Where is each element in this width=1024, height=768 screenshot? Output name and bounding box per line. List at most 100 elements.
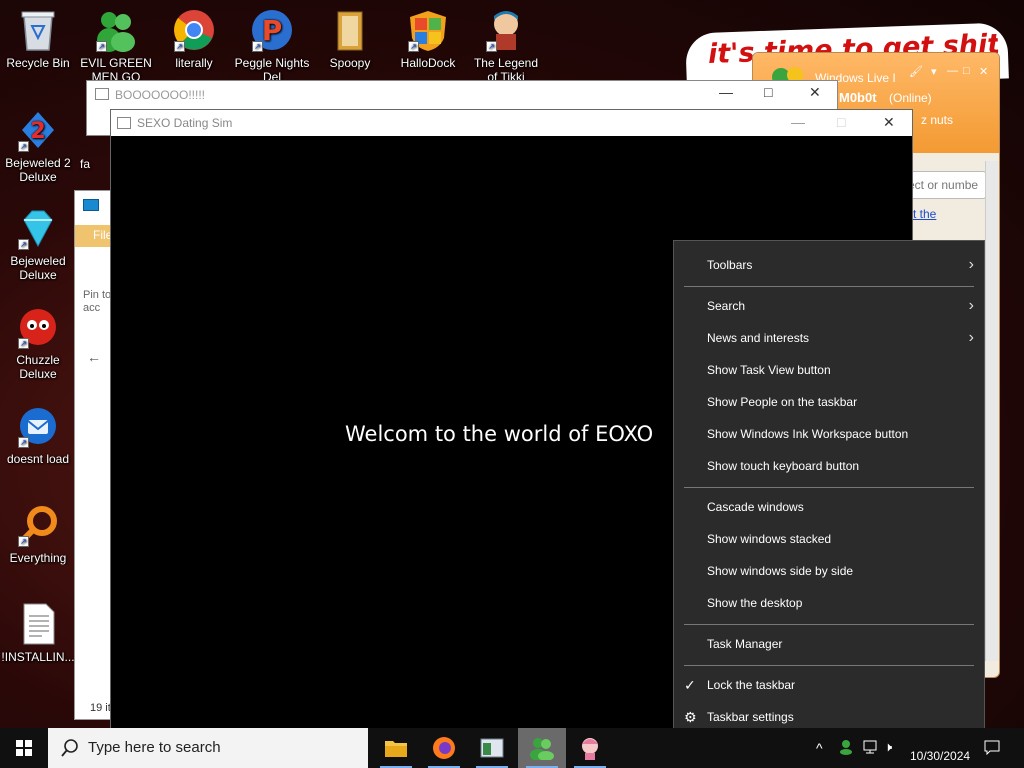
windows-logo-icon	[16, 740, 32, 756]
menu-item-label: Lock the taskbar	[707, 678, 796, 692]
desktop-icon-installing[interactable]: !INSTALLIN...	[0, 602, 76, 664]
menu-item-label: News and interests	[707, 331, 810, 345]
desktop-icon-hallodock[interactable]: ↗ HalloDock	[390, 8, 466, 70]
maximize-button[interactable]: □	[764, 84, 772, 100]
close-button[interactable]: ✕	[883, 114, 895, 131]
window-title: SEXO Dating Sim	[137, 116, 233, 130]
menu-separator	[684, 487, 974, 488]
messenger-close-button[interactable]: ✕	[979, 65, 988, 78]
messenger-personal-message[interactable]: z nuts	[921, 113, 953, 127]
desktop-icon-literally[interactable]: ↗ literally	[156, 8, 232, 70]
notification-center-icon[interactable]	[984, 739, 1000, 758]
menu-item-search[interactable]: Search ›	[674, 290, 984, 322]
menu-item-label: Toolbars	[707, 258, 753, 272]
taskbar-app-firefox[interactable]	[420, 728, 468, 768]
network-icon[interactable]	[862, 739, 878, 758]
desktop-icon-recycle-bin[interactable]: Recycle Bin	[0, 8, 76, 70]
messenger-menu-dropdown-icon[interactable]: ▾	[931, 65, 937, 78]
menu-item-label: Show windows stacked	[707, 532, 832, 546]
back-arrow-icon[interactable]: ←	[87, 349, 101, 365]
desktop-icon-label: Bejeweled Deluxe	[10, 254, 66, 282]
messenger-link[interactable]: t the	[913, 207, 936, 221]
desktop-icon-peggle-nights[interactable]: P ↗ Peggle Nights Del	[234, 8, 310, 84]
text-file-icon	[16, 602, 60, 646]
shortcut-arrow-icon: ↗	[18, 338, 29, 349]
folder-icon	[385, 741, 407, 757]
close-button[interactable]: ✕	[809, 84, 821, 101]
search-placeholder: Type here to search	[88, 739, 221, 756]
menu-item-label: Cascade windows	[707, 500, 804, 514]
menu-separator	[684, 665, 974, 666]
everything-search-icon: ↗	[16, 503, 60, 547]
window-title: BOOOOOOO!!!!!	[115, 88, 206, 102]
tray-messenger-icon[interactable]	[838, 739, 854, 758]
menu-item-side-by-side[interactable]: Show windows side by side	[674, 555, 984, 587]
desktop-icon-label: !INSTALLIN...	[1, 650, 75, 664]
menu-item-label: Show People on the taskbar	[707, 395, 858, 409]
explorer-item-count: 19 it	[90, 702, 111, 714]
start-button[interactable]	[0, 728, 48, 768]
menu-item-show-people[interactable]: Show People on the taskbar	[674, 386, 984, 418]
taskbar-app-file-explorer[interactable]	[372, 728, 420, 768]
shortcut-arrow-icon: ↗	[408, 41, 419, 52]
chevron-right-icon: ›	[968, 329, 974, 346]
messenger-buddies-icon: ↗	[94, 8, 138, 52]
menu-item-show-ink-workspace[interactable]: Show Windows Ink Workspace button	[674, 418, 984, 450]
search-icon	[61, 739, 78, 757]
show-hidden-icons-chevron-icon[interactable]: ^	[816, 740, 823, 756]
messenger-search-input[interactable]: ect or numbe	[903, 171, 987, 199]
desktop-icon-label: Chuzzle Deluxe	[16, 353, 60, 381]
menu-item-show-touch-keyboard[interactable]: Show touch keyboard button	[674, 450, 984, 482]
desktop-icon-spoopy[interactable]: Spoopy	[312, 8, 388, 70]
desktop-icon-doesnt-load[interactable]: ↗ doesnt load	[0, 404, 76, 466]
taskbar-app-messenger[interactable]	[518, 728, 566, 768]
desktop-icon-bejeweled-2[interactable]: 2 ↗ Bejeweled 2 Deluxe	[0, 108, 76, 184]
desktop-icon-everything[interactable]: ↗ Everything	[0, 503, 76, 565]
messenger-status[interactable]: (Online)	[889, 91, 932, 105]
shortcut-arrow-icon: ↗	[252, 41, 263, 52]
messenger-username[interactable]: M0b0t	[839, 90, 877, 105]
minimize-button[interactable]: —	[791, 114, 805, 130]
desktop-icon-label: doesnt load	[6, 452, 70, 466]
volume-icon[interactable]: 🕨	[884, 739, 892, 755]
menu-item-toolbars[interactable]: Toolbars ›	[674, 249, 984, 281]
anime-character-icon	[582, 738, 598, 760]
menu-item-cascade-windows[interactable]: Cascade windows	[674, 491, 984, 523]
folder-icon	[328, 8, 372, 52]
windows-shield-icon: ↗	[406, 8, 450, 52]
menu-item-label: Task Manager	[707, 637, 783, 651]
messenger-minimize-button[interactable]: —	[947, 65, 958, 77]
thunderbird-icon: ↗	[16, 404, 60, 448]
messenger-paint-icon[interactable]: 🖌	[909, 65, 923, 78]
taskbar-search-box[interactable]: Type here to search	[48, 728, 368, 768]
messenger-buddies-icon	[530, 738, 554, 760]
diamond-icon: ↗	[16, 206, 60, 250]
menu-item-show-task-view[interactable]: Show Task View button	[674, 354, 984, 386]
shortcut-arrow-icon: ↗	[18, 141, 29, 152]
minimize-button[interactable]: —	[719, 84, 733, 100]
taskbar-clock-date[interactable]: 10/30/2024	[910, 749, 970, 763]
menu-item-news-and-interests[interactable]: News and interests ›	[674, 322, 984, 354]
desktop-icon-evil-green-men[interactable]: ↗ EVIL GREEN MEN GO	[78, 8, 154, 84]
menu-item-windows-stacked[interactable]: Show windows stacked	[674, 523, 984, 555]
desktop-icon-chuzzle[interactable]: ↗ Chuzzle Deluxe	[0, 305, 76, 381]
desktop-icon-label: Bejeweled 2 Deluxe	[5, 156, 71, 184]
shortcut-arrow-icon: ↗	[18, 437, 29, 448]
messenger-maximize-button[interactable]: □	[963, 65, 970, 77]
messenger-scrollbar[interactable]	[985, 161, 999, 661]
chevron-right-icon: ›	[968, 256, 974, 273]
maximize-button[interactable]: □	[837, 114, 845, 130]
desktop-icon-label: Spoopy	[329, 56, 371, 70]
shortcut-arrow-icon: ↗	[18, 239, 29, 250]
taskbar-app-anime-character[interactable]	[566, 728, 614, 768]
menu-item-lock-taskbar[interactable]: ✓ Lock the taskbar	[674, 669, 984, 701]
desktop-icon-legend-of-tikki[interactable]: ↗ The Legend of Tikki	[468, 8, 544, 84]
taskbar-context-menu: Toolbars › Search › News and interests ›…	[673, 240, 985, 742]
menu-item-label: Taskbar settings	[707, 710, 794, 724]
shortcut-arrow-icon: ↗	[486, 41, 497, 52]
desktop-icon-bejeweled[interactable]: ↗ Bejeweled Deluxe	[0, 206, 76, 282]
taskbar-app-system-window[interactable]	[468, 728, 516, 768]
menu-item-show-desktop[interactable]: Show the desktop	[674, 587, 984, 619]
bejeweled-2-icon: 2 ↗	[16, 108, 60, 152]
menu-item-task-manager[interactable]: Task Manager	[674, 628, 984, 660]
